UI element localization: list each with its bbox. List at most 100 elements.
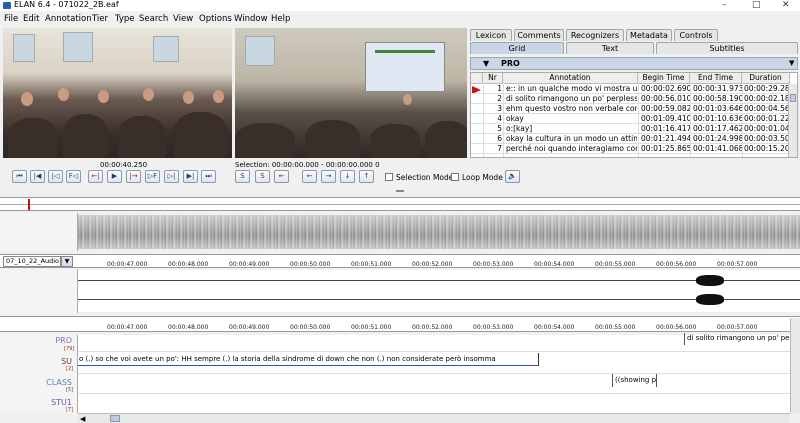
table-row[interactable]: 7 perché noi quando interagiamo con ... … xyxy=(471,144,790,154)
previous-second-button[interactable]: |◁ xyxy=(48,170,63,183)
menu-edit[interactable]: Edit xyxy=(23,14,39,24)
previous-annotation-button[interactable]: ← xyxy=(302,170,317,183)
tab-recognizers[interactable]: Recognizers xyxy=(566,29,624,41)
table-row[interactable]: 5 o:[kay] 00:01:16.417 00:01:17.462 00:0… xyxy=(471,124,790,134)
toggle-crosshair-button[interactable]: ← xyxy=(274,170,289,183)
table-row[interactable]: 4 okay 00:01:09.410 00:01:10.636 00:00:0… xyxy=(471,114,790,124)
person-shape xyxy=(425,121,467,158)
previous-scrollview-button[interactable]: |◀ xyxy=(30,170,45,183)
ruler-tick: 00:00:55.000 xyxy=(595,261,636,268)
selection-mode-checkbox[interactable] xyxy=(385,173,393,181)
grid-header-marker xyxy=(471,73,483,84)
grid-scrollbar[interactable] xyxy=(788,84,797,157)
loop-mode-checkbox[interactable] xyxy=(451,173,459,181)
tier-label-su[interactable]: SU xyxy=(0,357,76,366)
person-shape xyxy=(235,123,295,158)
table-row[interactable]: 3 ehm questo vostro non verbale cond... … xyxy=(471,104,790,114)
grid-header-end[interactable]: End Time xyxy=(690,73,742,84)
volume-icon[interactable]: 🔈 xyxy=(505,170,520,183)
go-to-begin-button[interactable]: ⏮ xyxy=(12,170,27,183)
previous-frame-button[interactable]: F◁ xyxy=(66,170,81,183)
ruler-tick: 00:00:56.000 xyxy=(656,261,697,268)
video-player-1[interactable] xyxy=(3,28,232,158)
waveform-ruler[interactable]: 07_10_22_Audio1... ▼ 00:00:47.000 00:00:… xyxy=(0,254,800,268)
tab-text[interactable]: Text xyxy=(566,42,654,54)
menu-type[interactable]: Type xyxy=(115,14,135,24)
tab-controls[interactable]: Controls xyxy=(674,29,718,41)
tier-select-value: PRO xyxy=(501,59,520,68)
window-shape xyxy=(153,36,179,62)
video-player-2[interactable] xyxy=(235,28,467,158)
grid-header-annotation[interactable]: Annotation xyxy=(503,73,638,84)
grid-header-begin[interactable]: Begin Time xyxy=(638,73,690,84)
menu-help[interactable]: Help xyxy=(271,14,290,24)
row-begin: 00:00:59.082 xyxy=(641,104,690,113)
ruler-tick: 00:00:47.000 xyxy=(107,324,148,331)
bottom-tab-row: Grid Text Subtitles xyxy=(470,42,800,55)
tier-dropdown[interactable]: ▼ PRO ▼ xyxy=(470,57,798,70)
chevron-down-icon[interactable]: ▼ xyxy=(61,256,73,267)
scrollbar-thumb[interactable] xyxy=(790,94,796,102)
tab-comments[interactable]: Comments xyxy=(514,29,564,41)
previous-ms-button[interactable]: ←| xyxy=(88,170,103,183)
tier-label-pro[interactable]: PRO xyxy=(0,336,76,345)
ruler-tick: 00:00:48.000 xyxy=(168,324,209,331)
tier-label-class[interactable]: CLASS xyxy=(0,378,76,387)
tier-scrollbar[interactable] xyxy=(790,318,800,413)
table-row[interactable]: 6 okay la cultura in un modo un attimin.… xyxy=(471,134,790,144)
row-duration: 00:00:04.564 xyxy=(744,104,790,113)
timeline-ruler[interactable]: 00:00:47.000 00:00:48.000 00:00:49.000 0… xyxy=(0,316,800,332)
close-button[interactable]: ✕ xyxy=(782,0,790,10)
ruler-tick: 00:00:49.000 xyxy=(229,324,270,331)
selection-mode-label: Selection Mode xyxy=(396,173,454,182)
tier-area: PRO [79] SU [2] CLASS [5] STU1 [7] di so… xyxy=(0,333,800,413)
tab-grid[interactable]: Grid xyxy=(470,42,564,54)
overview-ruler[interactable] xyxy=(0,197,800,211)
next-frame-button[interactable]: ▷F xyxy=(145,170,160,183)
waveform[interactable] xyxy=(78,270,800,312)
timeline-scrollbar[interactable]: ◀ xyxy=(78,413,790,423)
menu-annotation[interactable]: Annotation xyxy=(45,14,92,24)
menu-search[interactable]: Search xyxy=(139,14,168,24)
annotation-below-button[interactable]: ↓ xyxy=(340,170,355,183)
annotation-su[interactable]: o (.) so che voi avete un po': HH sempre… xyxy=(78,353,539,366)
maximize-button[interactable]: □ xyxy=(752,0,761,10)
tab-metadata[interactable]: Metadata xyxy=(626,29,672,41)
play-button[interactable]: ▶ xyxy=(107,170,122,183)
ruler-tick: 00:00:50.000 xyxy=(290,324,331,331)
next-ms-button[interactable]: |→ xyxy=(126,170,141,183)
menu-view[interactable]: View xyxy=(173,14,193,24)
grid-header-nr[interactable]: Nr xyxy=(483,73,503,84)
table-row[interactable]: 1 e:: in un qualche modo vi mostra una..… xyxy=(471,84,790,94)
annotation-class[interactable]: ((showing p xyxy=(612,374,657,387)
ruler-tick: 00:00:57.000 xyxy=(717,324,758,331)
next-scrollview-button[interactable]: ▶| xyxy=(183,170,198,183)
menu-file[interactable]: File xyxy=(4,14,18,24)
annotation-pro[interactable]: di solito rimangono un po' perp xyxy=(684,333,800,345)
window-shape xyxy=(63,32,93,62)
splitter-handle[interactable] xyxy=(396,190,404,192)
scrollbar-thumb[interactable] xyxy=(110,415,120,422)
go-to-end-button[interactable]: ⏭ xyxy=(201,170,216,183)
audio-track-select[interactable]: 07_10_22_Audio1... xyxy=(3,256,61,267)
play-selection-button[interactable]: S xyxy=(235,170,250,183)
annotation-above-button[interactable]: ↑ xyxy=(359,170,374,183)
clear-selection-button[interactable]: S xyxy=(255,170,270,183)
menu-tier[interactable]: Tier xyxy=(92,14,108,24)
tab-subtitles[interactable]: Subtitles xyxy=(656,42,798,54)
menu-window[interactable]: Window xyxy=(234,14,268,24)
minimize-button[interactable]: – xyxy=(722,0,727,10)
table-row[interactable]: 2 di solito rimangono un po' perplessi .… xyxy=(471,94,790,104)
next-second-button[interactable]: ▷| xyxy=(164,170,179,183)
person-head xyxy=(58,88,69,101)
loop-mode-label: Loop Mode xyxy=(462,173,503,182)
row-begin: 00:01:21.494 xyxy=(641,134,690,143)
scroll-left-icon[interactable]: ◀ xyxy=(80,415,85,423)
grid-header-duration[interactable]: Duration xyxy=(742,73,790,84)
ruler-tick: 00:00:50.000 xyxy=(290,261,331,268)
tier-label-stu1[interactable]: STU1 xyxy=(0,398,76,407)
tab-lexicon[interactable]: Lexicon xyxy=(470,29,512,41)
next-annotation-button[interactable]: → xyxy=(321,170,336,183)
person-shape xyxy=(370,124,420,158)
menu-options[interactable]: Options xyxy=(199,14,232,24)
